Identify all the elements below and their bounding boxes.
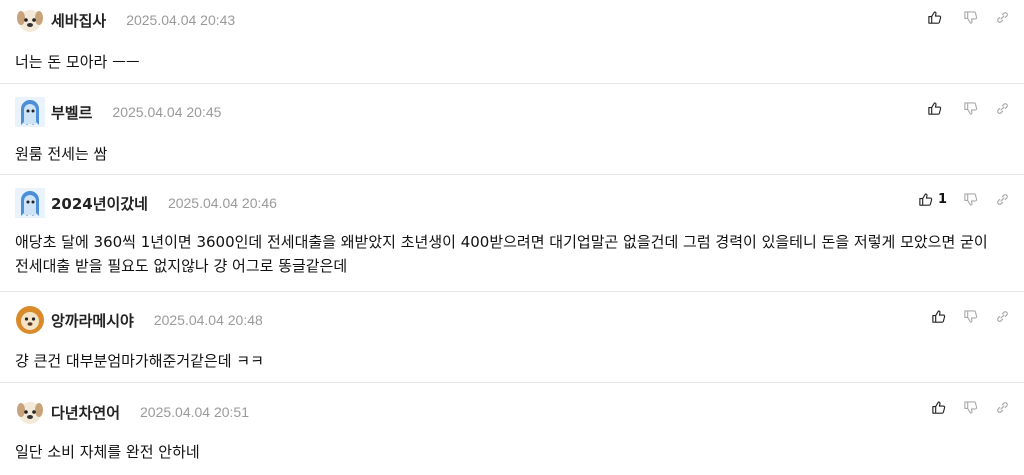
- link-icon: [996, 193, 1008, 205]
- thumbs-up-icon: [919, 192, 933, 206]
- comment-actions: [922, 397, 1018, 417]
- comment-date: 2025.04.04 20:46: [167, 195, 277, 211]
- thumbs-up-icon: [931, 400, 945, 414]
- comment-item: 앙까라메시야 2025.04.04 20:48 걍 큰건 대부분엄마가해준거같은…: [0, 292, 1024, 383]
- comment-header: 2024년이갔네 2025.04.04 20:46: [15, 183, 277, 223]
- dog-face-icon[interactable]: [15, 5, 45, 35]
- comment-author[interactable]: 2024년이갔네: [51, 193, 148, 214]
- share-link-button[interactable]: [986, 98, 1018, 118]
- comment-item: 다년차연어 2025.04.04 20:51 일단 소비 자체를 완전 안하네: [0, 383, 1024, 475]
- comment-actions: [922, 306, 1018, 326]
- comment-header: 세바집사 2025.04.04 20:43: [15, 0, 235, 40]
- ghost-avatar-icon[interactable]: [15, 97, 45, 127]
- comment-actions: [923, 98, 1018, 118]
- link-icon: [996, 102, 1008, 114]
- link-icon: [996, 401, 1008, 413]
- thumbs-down-icon: [963, 400, 977, 414]
- dislike-button[interactable]: [954, 7, 986, 27]
- comment-item: 세바집사 2025.04.04 20:43 너는 돈 모아라 ㅡㅡ: [0, 0, 1024, 84]
- dislike-button[interactable]: [954, 98, 986, 118]
- thumbs-down-icon: [963, 10, 977, 24]
- comment-date: 2025.04.04 20:45: [112, 104, 222, 120]
- like-button[interactable]: [922, 397, 954, 417]
- share-link-button[interactable]: [986, 306, 1018, 326]
- comment-body: 애당초 달에 360씩 1년이면 3600인데 전세대출을 왜받았지 초년생이 …: [15, 233, 988, 275]
- comment-body: 원룸 전세는 쌈: [15, 145, 108, 163]
- comment-body: 일단 소비 자체를 완전 안하네: [15, 443, 200, 461]
- comment-body: 걍 큰건 대부분엄마가해준거같은데 ㅋㅋ: [15, 352, 264, 370]
- like-count: 1: [937, 191, 947, 207]
- comment-author[interactable]: 세바집사: [51, 10, 106, 31]
- like-button[interactable]: [923, 7, 954, 27]
- dislike-button[interactable]: [954, 397, 986, 417]
- like-button[interactable]: [922, 306, 954, 326]
- like-button[interactable]: 1: [914, 189, 954, 209]
- thumbs-down-icon: [963, 192, 977, 206]
- comment-item: 2024년이갔네 2025.04.04 20:46 1 애당초 달에 360씩 …: [0, 175, 1024, 292]
- thumbs-down-icon: [963, 101, 977, 115]
- share-link-button[interactable]: [986, 397, 1018, 417]
- comment-author[interactable]: 앙까라메시야: [51, 310, 134, 331]
- comment-author[interactable]: 다년차연어: [51, 402, 120, 423]
- dog-face-icon[interactable]: [15, 397, 45, 427]
- link-icon: [996, 310, 1008, 322]
- dislike-button[interactable]: [954, 306, 986, 326]
- link-icon: [996, 11, 1008, 23]
- comment-item: 부벨르 2025.04.04 20:45 원룸 전세는 쌈: [0, 84, 1024, 175]
- comment-author[interactable]: 부벨르: [51, 102, 92, 123]
- lion-avatar-icon[interactable]: [15, 305, 45, 335]
- thumbs-up-icon: [928, 10, 942, 24]
- thumbs-up-icon: [931, 309, 945, 323]
- comment-actions: [923, 7, 1018, 27]
- thumbs-down-icon: [963, 309, 977, 323]
- ghost-avatar-icon[interactable]: [15, 188, 45, 218]
- comment-header: 다년차연어 2025.04.04 20:51: [15, 392, 249, 432]
- dislike-button[interactable]: [954, 189, 986, 209]
- share-link-button[interactable]: [986, 189, 1018, 209]
- comment-date: 2025.04.04 20:51: [140, 404, 250, 420]
- thumbs-up-icon: [928, 101, 942, 115]
- comment-actions: 1: [914, 189, 1018, 209]
- comment-header: 앙까라메시야 2025.04.04 20:48: [15, 300, 263, 340]
- comment-body: 너는 돈 모아라 ㅡㅡ: [15, 53, 140, 71]
- share-link-button[interactable]: [986, 7, 1018, 27]
- comment-date: 2025.04.04 20:43: [126, 12, 236, 28]
- comment-header: 부벨르 2025.04.04 20:45: [15, 92, 221, 132]
- comment-date: 2025.04.04 20:48: [153, 312, 263, 328]
- like-button[interactable]: [923, 98, 954, 118]
